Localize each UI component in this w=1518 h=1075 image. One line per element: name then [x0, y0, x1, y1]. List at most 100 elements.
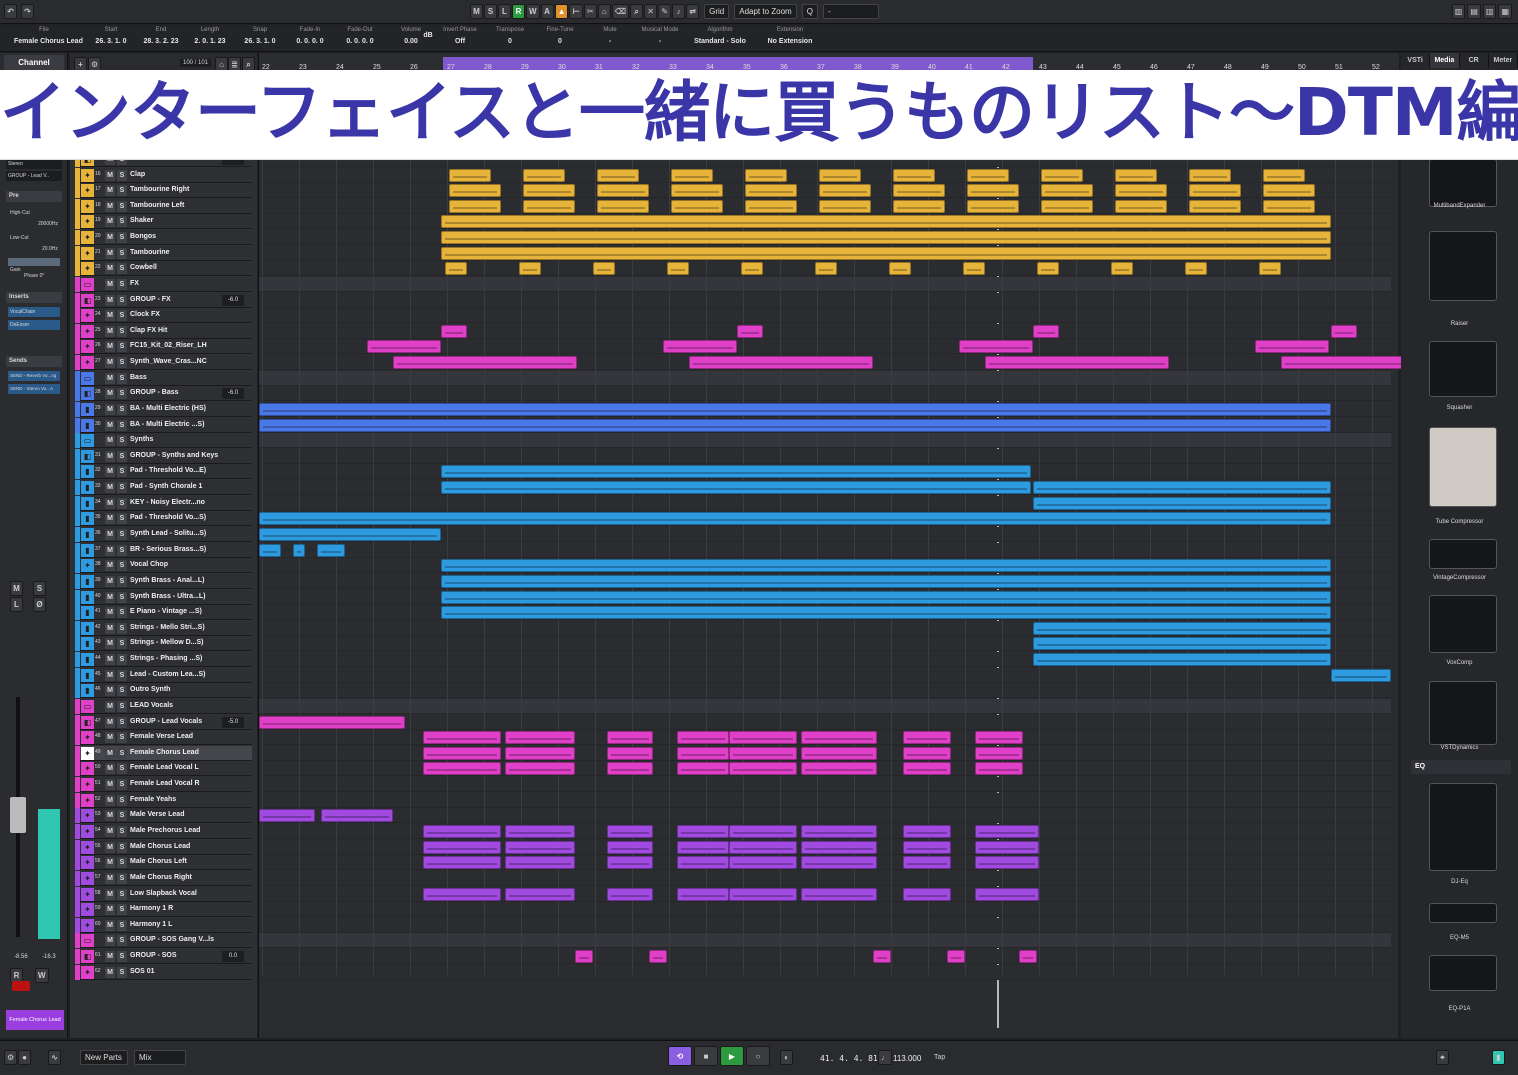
track-name[interactable]: Pad - Threshold Vo...E) [130, 467, 206, 474]
play-icon[interactable]: ▶ [720, 1046, 744, 1066]
track-row[interactable]: ✦ 62 M S SOS 01 [75, 964, 252, 980]
track-name[interactable]: Male Chorus Left [130, 858, 187, 865]
track-mute-button[interactable]: M [105, 575, 115, 587]
track-row[interactable]: ▮ 41 M S E Piano - Vintage ...S) [75, 605, 252, 621]
track-solo-button[interactable]: S [117, 841, 127, 853]
event-part[interactable] [801, 824, 877, 838]
track-solo-button[interactable]: S [117, 810, 127, 822]
quantize-icon[interactable]: Q [801, 4, 818, 19]
track-name[interactable]: Female Lead Vocal L [130, 764, 199, 771]
event-part[interactable] [975, 746, 1023, 760]
arrange-lane[interactable] [259, 667, 1391, 683]
track-row[interactable]: ✦ 49 M S Female Chorus Lead [75, 745, 252, 761]
track-name[interactable]: Tambourine Left [130, 202, 184, 209]
track-solo-button[interactable]: S [117, 779, 127, 791]
event-part[interactable] [737, 324, 763, 338]
event-part[interactable] [449, 184, 501, 198]
track-row[interactable]: ✦ 55 M S Male Chorus Lead [75, 839, 252, 855]
zoom-adapt-select[interactable]: Adapt to Zoom [734, 4, 797, 19]
track-solo-button[interactable]: S [117, 529, 127, 540]
track-mute-button[interactable]: M [105, 904, 115, 916]
event-part[interactable] [815, 262, 837, 276]
event-part[interactable] [1189, 184, 1241, 198]
event-part[interactable] [597, 168, 639, 182]
plugin-thumbnail[interactable] [1429, 595, 1497, 653]
layout-right-icon[interactable]: ▥ [1482, 4, 1497, 19]
event-part[interactable] [729, 856, 797, 870]
event-part[interactable] [689, 356, 873, 370]
track-solo-button[interactable]: S [117, 185, 127, 197]
arrange-lane[interactable] [259, 292, 1391, 308]
track-row[interactable]: ✦ 54 M S Male Prechorus Lead [75, 823, 252, 839]
volume-fader-handle[interactable] [10, 797, 26, 833]
event-part[interactable] [903, 856, 951, 870]
track-mute-button[interactable]: M [105, 966, 115, 978]
info-column-0[interactable]: File Female Chorus Lead [14, 27, 83, 45]
track-mute-button[interactable]: M [105, 919, 115, 931]
event-part[interactable] [1331, 324, 1357, 338]
track-solo-button[interactable]: S [117, 669, 127, 681]
track-mute-button[interactable]: M [105, 716, 115, 728]
track-name[interactable]: Male Prechorus Lead [130, 827, 200, 834]
pre-section-header[interactable]: Pre [6, 191, 62, 202]
wave-icon[interactable]: ∿ [48, 1050, 61, 1065]
event-part[interactable] [1259, 262, 1281, 276]
track-solo-button[interactable]: S [117, 513, 127, 525]
event-part[interactable] [423, 824, 501, 838]
event-part[interactable] [441, 215, 1331, 229]
track-solo-button[interactable]: S [117, 466, 127, 478]
track-row[interactable]: ✦ 57 M S Male Chorus Right [75, 870, 252, 886]
event-part[interactable] [423, 840, 501, 854]
event-part[interactable] [893, 199, 945, 213]
event-part[interactable] [607, 856, 653, 870]
plugin-thumbnail[interactable] [1429, 427, 1497, 507]
track-name[interactable]: Synths [130, 436, 153, 443]
track-name[interactable]: E Piano - Vintage ...S) [130, 608, 202, 615]
track-mute-button[interactable]: M [105, 497, 115, 509]
track-row[interactable]: ✦ 51 M S Female Lead Vocal R [75, 777, 252, 793]
event-part[interactable] [505, 824, 575, 838]
insert-slot-1[interactable]: VocalChain [8, 307, 60, 317]
event-part[interactable] [1041, 184, 1093, 198]
track-name[interactable]: BA - Multi Electric ...S) [130, 421, 204, 428]
event-part[interactable] [367, 340, 441, 354]
track-solo-button[interactable]: S [117, 419, 127, 431]
phase-label[interactable]: Phase 0° [24, 273, 44, 279]
track-solo-button[interactable]: S [117, 544, 127, 556]
info-value[interactable]: No Extension [760, 38, 820, 45]
event-part[interactable] [671, 168, 713, 182]
track-solo-button[interactable]: S [117, 935, 127, 947]
track-solo-button[interactable]: S [117, 951, 127, 963]
track-name[interactable]: Pad - Threshold Vo...S) [130, 514, 206, 521]
track-mute-button[interactable]: M [105, 435, 115, 447]
track-solo-button[interactable]: S [117, 591, 127, 603]
arrange-lane[interactable] [259, 792, 1391, 808]
track-mute-button[interactable]: M [105, 419, 115, 431]
tap-button[interactable]: Tap [934, 1054, 945, 1061]
event-part[interactable] [903, 762, 951, 776]
event-part[interactable] [959, 340, 1033, 354]
track-name[interactable]: Male Chorus Lead [130, 843, 190, 850]
track-solo-button[interactable]: S [117, 310, 127, 322]
track-name[interactable]: GROUP - Lead Vocals [130, 718, 202, 725]
track-mute-button[interactable]: M [105, 810, 115, 822]
plugin-thumbnail[interactable] [1429, 231, 1497, 301]
track-solo-button[interactable]: S [117, 607, 127, 619]
event-part[interactable] [1033, 653, 1331, 667]
stop-icon[interactable]: ■ [694, 1046, 718, 1066]
track-solo-button[interactable]: S [117, 341, 127, 353]
track-solo-button[interactable]: S [117, 638, 127, 650]
track-mute-button[interactable]: M [105, 622, 115, 634]
track-name[interactable]: Pad - Synth Chorale 1 [130, 483, 202, 490]
event-part[interactable] [449, 199, 501, 213]
event-part[interactable] [607, 746, 653, 760]
mute-mode-button[interactable]: M [470, 4, 483, 19]
event-part[interactable] [393, 356, 577, 370]
track-solo-button[interactable]: S [117, 216, 127, 228]
event-part[interactable] [505, 887, 575, 901]
event-part[interactable] [745, 168, 787, 182]
read-automation-button[interactable]: R [512, 4, 525, 19]
track-mute-button[interactable]: M [105, 278, 115, 290]
event-part[interactable] [671, 184, 723, 198]
plugin-thumbnail[interactable] [1429, 903, 1497, 923]
